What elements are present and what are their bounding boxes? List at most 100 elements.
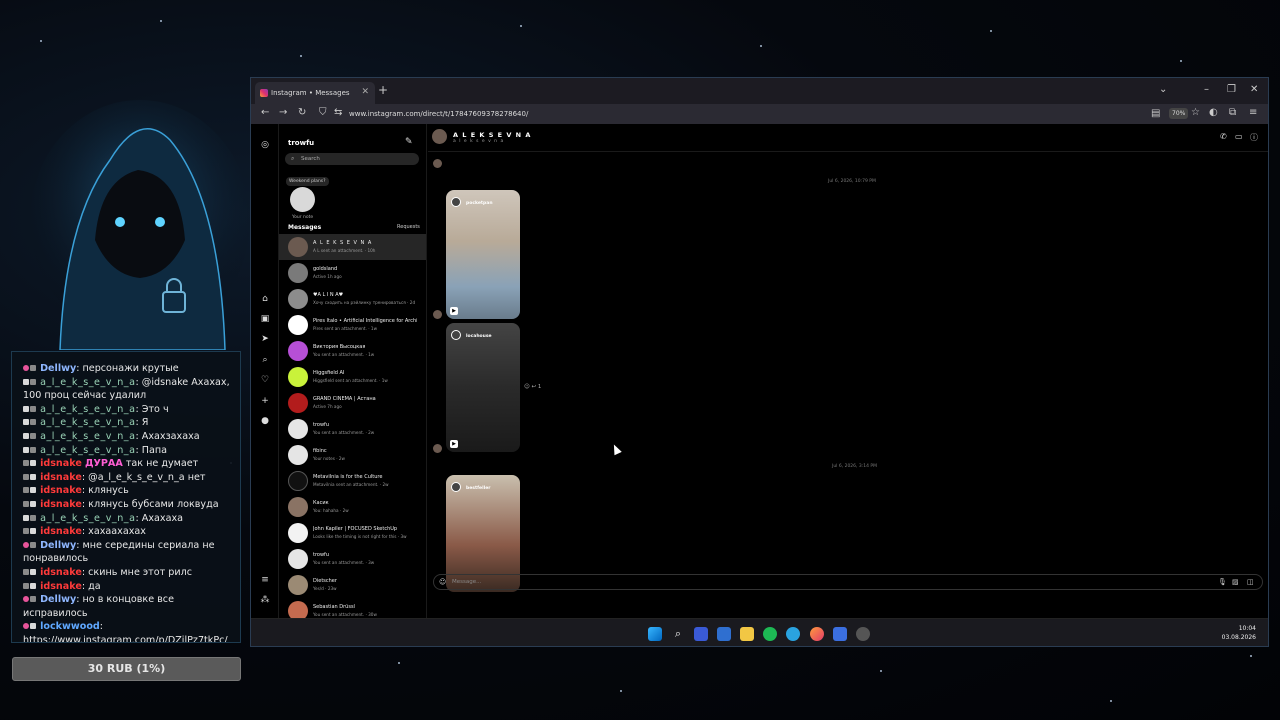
- more-menu-icon[interactable]: ≡: [260, 575, 270, 585]
- windows-start-icon[interactable]: [648, 627, 662, 641]
- message-input[interactable]: ☺ Message... 🎙 ▨ ◫: [433, 574, 1263, 590]
- chat-text: : скинь мне этот рилс: [81, 566, 192, 578]
- minimize-icon[interactable]: –: [1204, 84, 1209, 95]
- reels-icon[interactable]: ▣: [260, 314, 270, 324]
- notifications-heart-icon[interactable]: ♡: [260, 375, 270, 385]
- profile-avatar-icon[interactable]: ●: [260, 416, 270, 426]
- home-icon[interactable]: ⌂: [260, 294, 270, 304]
- shared-reel[interactable]: locahouse ▶: [446, 323, 520, 452]
- phone-call-icon[interactable]: ✆: [1220, 132, 1227, 141]
- create-plus-icon[interactable]: +: [260, 396, 270, 406]
- search-icon[interactable]: ⌕: [671, 627, 685, 641]
- requests-link[interactable]: Requests: [397, 224, 420, 230]
- image-upload-icon[interactable]: ▨: [1232, 578, 1239, 586]
- url-field[interactable]: www.instagram.com/direct/t/1784760937827…: [349, 110, 528, 118]
- thread-handle: a l e k s e v n a: [453, 139, 505, 144]
- avatar[interactable]: [432, 129, 447, 144]
- microphone-icon[interactable]: 🎙: [1218, 578, 1227, 586]
- spotify-icon[interactable]: [763, 627, 777, 641]
- tab-instagram[interactable]: Instagram • Messages ✕: [255, 82, 375, 104]
- compose-message-icon[interactable]: ✎: [405, 137, 413, 147]
- shield-icon[interactable]: ⛉: [319, 107, 327, 118]
- firefox-icon[interactable]: [810, 627, 824, 641]
- timestamp: Jul 6, 2026, 3:14 PM: [832, 464, 878, 469]
- conversation-item[interactable]: Виктория Высоцкая You sent an attachment.…: [279, 338, 426, 364]
- conversation-item[interactable]: fibinc Your notes · 2w: [279, 442, 426, 468]
- bookmark-star-icon[interactable]: ☆: [1191, 107, 1200, 118]
- conversation-name: Виктория Высоцкая: [313, 344, 366, 350]
- avatar: [288, 497, 308, 517]
- message-actions[interactable]: ☺ ↩ 1: [524, 384, 541, 390]
- clock-date[interactable]: 03.08.2026: [1222, 634, 1256, 641]
- emoji-icon[interactable]: ☺: [439, 578, 446, 586]
- chat-message: a_l_e_k_s_e_v_n_a: Я: [23, 416, 230, 430]
- conversation-item[interactable]: Higgsfield AI Higgsfield sent an attachme…: [279, 364, 426, 390]
- site-settings-icon[interactable]: ⇆: [334, 107, 342, 118]
- instagram-favicon-icon: [260, 89, 268, 97]
- instagram-logo-icon[interactable]: ◎: [260, 140, 270, 150]
- conversation-item[interactable]: goldsland Active 1h ago: [279, 260, 426, 286]
- forward-arrow-icon[interactable]: →: [279, 107, 287, 118]
- tab-bar: Instagram • Messages ✕ + ⌄ – ❐ ✕: [251, 78, 1268, 104]
- extensions-puzzle-icon[interactable]: ⧉: [1229, 107, 1236, 118]
- search-icon[interactable]: ⌕: [260, 355, 270, 365]
- search-input[interactable]: ⌕ Search: [285, 153, 419, 165]
- close-window-icon[interactable]: ✕: [1250, 84, 1258, 95]
- shared-reel[interactable]: pocketpan ▶: [446, 190, 520, 319]
- video-call-icon[interactable]: ▭: [1235, 132, 1243, 141]
- conversation-item[interactable]: Metavilnia is for the Culture Metavilnia …: [279, 468, 426, 494]
- reload-icon[interactable]: ↻: [298, 107, 306, 118]
- zoom-level-badge[interactable]: 70%: [1169, 108, 1189, 119]
- avatar: [288, 289, 308, 309]
- conversation-item[interactable]: Sebastian Drüssl You sent an attachment. …: [279, 598, 426, 618]
- conversation-item[interactable]: Касик You: hahaha · 2w: [279, 494, 426, 520]
- conversation-item[interactable]: GRAND CINEMA | Астана Active 7h ago: [279, 390, 426, 416]
- conversation-item[interactable]: trowfu You sent an attachment. · 3w: [279, 546, 426, 572]
- sticker-icon[interactable]: ◫: [1247, 578, 1254, 586]
- hooded-cat-artwork: [30, 100, 250, 350]
- reader-view-icon[interactable]: ▤: [1151, 108, 1160, 119]
- app-icon[interactable]: [717, 627, 731, 641]
- conversation-name: Metavilnia is for the Culture: [313, 474, 383, 480]
- back-arrow-icon[interactable]: ←: [261, 107, 269, 118]
- conversation-item[interactable]: A L E K S E V N A A L sent an attachment.…: [279, 234, 426, 260]
- avatar: [288, 445, 308, 465]
- conversation-item[interactable]: trowfu You sent an attachment. · 2w: [279, 416, 426, 442]
- chat-text: : @a_l_e_k_s_e_v_n_a нет: [81, 471, 206, 483]
- navigation-bar: ← → ↻ ⛉ ⇆ www.instagram.com/direct/t/178…: [251, 104, 1268, 124]
- chat-username: lockwwood: [40, 621, 100, 633]
- account-username[interactable]: trowfu: [288, 139, 314, 147]
- conversation-preview: You sent an attachment. · 30w: [313, 612, 377, 617]
- telegram-icon[interactable]: [786, 627, 800, 641]
- timestamp: Jul 6, 2026, 10:79 PM: [828, 179, 876, 184]
- close-tab-icon[interactable]: ✕: [361, 87, 369, 97]
- new-tab-icon[interactable]: +: [378, 83, 388, 97]
- file-explorer-icon[interactable]: [740, 627, 754, 641]
- direct-messages-icon[interactable]: ➤: [260, 334, 270, 344]
- note-bubble[interactable]: Weekend plans?: [286, 177, 329, 186]
- obs-icon[interactable]: [856, 627, 870, 641]
- conversation-item[interactable]: ♥A L I N A♥ Хочу сходить на рэйлинку трен…: [279, 286, 426, 312]
- maximize-icon[interactable]: ❐: [1227, 84, 1236, 95]
- thread-name[interactable]: A L E K S E V N A: [453, 131, 531, 139]
- note-avatar[interactable]: [290, 187, 315, 212]
- app-icon[interactable]: [833, 627, 847, 641]
- conversation-item[interactable]: Pires Italo • Artificial Intelligence fo…: [279, 312, 426, 338]
- avatar: [288, 341, 308, 361]
- conversation-preview: You sent an attachment. · 2w: [313, 430, 375, 435]
- extension-icon[interactable]: ◐: [1209, 107, 1218, 118]
- also-from-meta-icon[interactable]: ⁂: [260, 595, 270, 605]
- tab-title: Instagram • Messages: [271, 89, 350, 97]
- app-icon[interactable]: [694, 627, 708, 641]
- info-icon[interactable]: ⓘ: [1250, 132, 1258, 143]
- menu-hamburger-icon[interactable]: ≡: [1249, 107, 1257, 118]
- tab-list-chevron-icon[interactable]: ⌄: [1159, 84, 1167, 95]
- chat-username: Dellwy: [40, 594, 77, 606]
- chat-username: Dellwy: [40, 539, 77, 551]
- chat-username: idsnake: [40, 566, 82, 578]
- conversation-item[interactable]: Dietscher Yes/d · 23w: [279, 572, 426, 598]
- conversation-item[interactable]: John Kapiler | FOCUSED SketchUp Looks lik…: [279, 520, 426, 546]
- reel-username: locahouse: [466, 334, 492, 339]
- clock-time[interactable]: 10:04: [1239, 625, 1256, 632]
- chat-message: a_l_e_k_s_e_v_n_a: Ахахзахаха: [23, 430, 230, 444]
